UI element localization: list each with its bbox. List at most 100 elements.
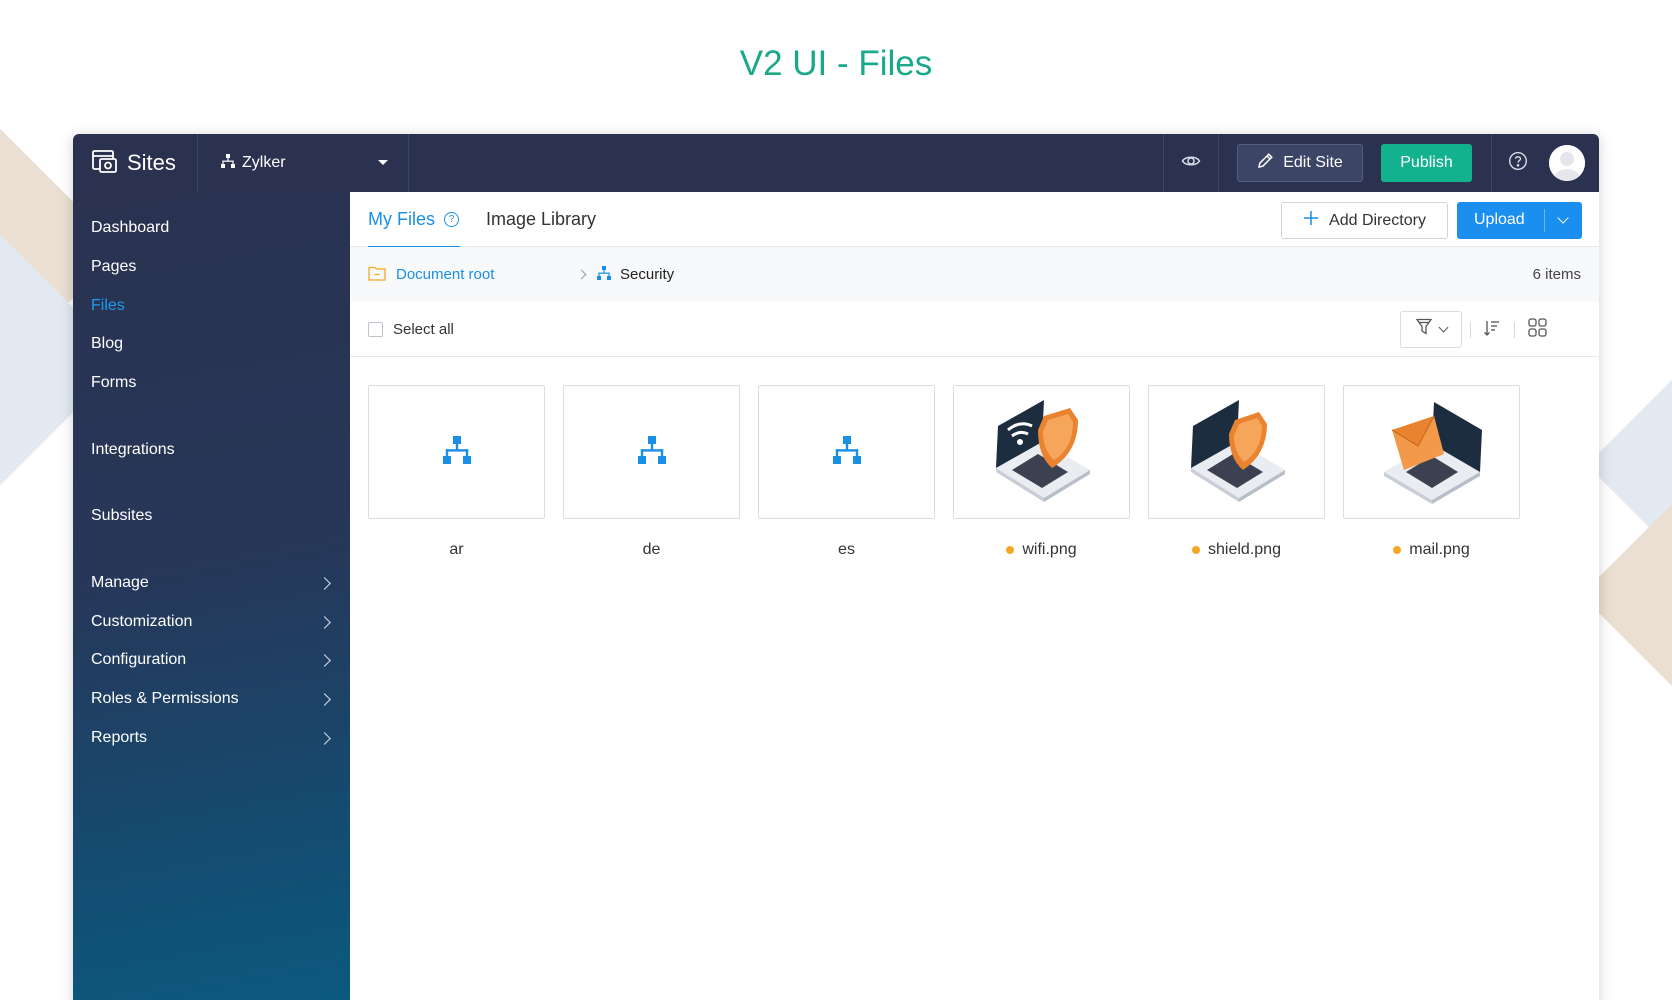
site-switcher[interactable]: Zylker [198,134,409,192]
breadcrumb-root-label: Document root [396,266,495,283]
sidebar-item-customization[interactable]: Customization [91,609,333,635]
sidebar-item-manage[interactable]: Manage [91,570,333,596]
select-all-checkbox[interactable] [368,322,383,337]
sort-button[interactable] [1478,316,1506,344]
sidebar-item-label: Blog [91,335,124,352]
help-icon [1508,151,1528,176]
chevron-right-icon [318,653,331,667]
divider [1514,322,1515,338]
file-card[interactable]: es [758,385,935,561]
sidebar-item-reports[interactable]: Reports [91,725,333,751]
sidebar-item-label: Reports [91,729,148,746]
sidebar-item-subsites[interactable]: Subsites [91,503,333,529]
file-thumbnail[interactable] [368,385,545,519]
help-button[interactable] [1491,134,1543,192]
file-name-text: de [642,541,661,558]
brand-name: Sites [127,150,176,175]
file-card[interactable]: wifi.png [953,385,1130,561]
select-all[interactable]: Select all [368,302,454,357]
sidebar-item-label: Manage [91,574,149,591]
tab-my-files[interactable]: My Files ? [368,192,460,248]
upload-label: Upload [1474,211,1525,228]
sidebar-item-roles-permissions[interactable]: Roles & Permissions [91,686,333,712]
site-name: Zylker [242,154,286,171]
sidebar-item-label: Roles & Permissions [91,690,239,707]
laptop-wifi-shield-image [982,390,1102,515]
edit-site-label: Edit Site [1283,154,1343,171]
edit-site-button[interactable]: Edit Site [1237,144,1363,182]
file-card[interactable]: shield.png [1148,385,1325,561]
add-directory-button[interactable]: Add Directory [1281,202,1448,239]
chevron-right-icon [576,269,587,280]
select-all-label: Select all [393,321,454,338]
sidebar-item-label: Dashboard [91,219,170,236]
file-name: shield.png [1148,539,1325,561]
sidebar-item-label: Files [91,297,125,314]
breadcrumb-current: Security [596,247,674,302]
chevron-right-icon [318,576,331,590]
breadcrumb: Document root Security 6 items [350,247,1599,302]
chevron-right-icon [318,615,331,629]
preview-button[interactable] [1163,134,1219,192]
tab-bar: My Files ? Image Library Add Directory U… [350,192,1599,248]
file-toolbar: Select all [350,302,1599,357]
file-thumbnail[interactable] [758,385,935,519]
app-window: Sites Zylker Edit Site Publish Dashboard… [73,134,1599,1000]
file-name-text: mail.png [1409,541,1470,558]
file-name: de [563,539,740,561]
page: V2 UI - Files Sites Zylker Edit Site Pub… [0,0,1672,1000]
publish-button[interactable]: Publish [1381,144,1472,182]
sidebar-item-forms[interactable]: Forms [91,370,333,396]
folder-icon [368,265,386,285]
file-name: ar [368,539,545,561]
sidebar-item-label: Customization [91,613,193,630]
caret-down-icon [378,160,388,165]
tab-image-library[interactable]: Image Library [486,192,596,247]
sidebar-item-configuration[interactable]: Configuration [91,647,333,673]
laptop-shield-image [1177,390,1297,515]
file-name: mail.png [1343,539,1520,561]
sidebar-item-files[interactable]: Files [91,293,333,319]
sidebar-item-label: Forms [91,374,137,391]
main-content: My Files ? Image Library Add Directory U… [350,192,1599,1000]
file-thumbnail[interactable] [953,385,1130,519]
sidebar-item-dashboard[interactable]: Dashboard [91,215,333,241]
file-card[interactable]: de [563,385,740,561]
tab-label: My Files [368,209,435,229]
divider [1544,209,1545,232]
pencil-icon [1257,152,1274,174]
page-title: V2 UI - Files [739,44,933,83]
sidebar-item-label: Configuration [91,651,187,668]
file-name-text: ar [449,541,464,558]
sidebar-item-pages[interactable]: Pages [91,254,333,280]
brand[interactable]: Sites [73,134,198,192]
file-card[interactable]: ar [368,385,545,561]
file-thumbnail[interactable] [1343,385,1520,519]
file-name-text: wifi.png [1022,541,1077,558]
avatar[interactable] [1549,145,1585,181]
chevron-down-icon[interactable] [1557,212,1569,224]
sidebar-item-integrations[interactable]: Integrations [91,437,333,463]
breadcrumb-root[interactable]: Document root [368,247,494,302]
file-thumbnail[interactable] [1148,385,1325,519]
file-name-text: shield.png [1208,541,1281,558]
item-count: 6 items [1532,266,1581,283]
file-name: wifi.png [953,539,1130,561]
eye-icon [1181,151,1201,176]
sitemap-icon [220,153,236,174]
sidebar-item-blog[interactable]: Blog [91,331,333,357]
grid-icon [1527,318,1547,342]
grid-view-button[interactable] [1523,316,1551,344]
upload-button[interactable]: Upload [1457,202,1582,239]
file-name-text: es [838,541,855,558]
filter-button[interactable] [1400,311,1462,348]
sidebar-item-label: Pages [91,258,137,275]
breadcrumb-current-label: Security [620,266,675,283]
sidebar-item-label: Subsites [91,507,153,524]
sitemap-icon [831,434,863,471]
chevron-right-icon [318,731,331,745]
file-card[interactable]: mail.png [1343,385,1520,561]
file-thumbnail[interactable] [563,385,740,519]
plus-icon [1303,210,1319,231]
help-icon[interactable]: ? [444,212,459,227]
